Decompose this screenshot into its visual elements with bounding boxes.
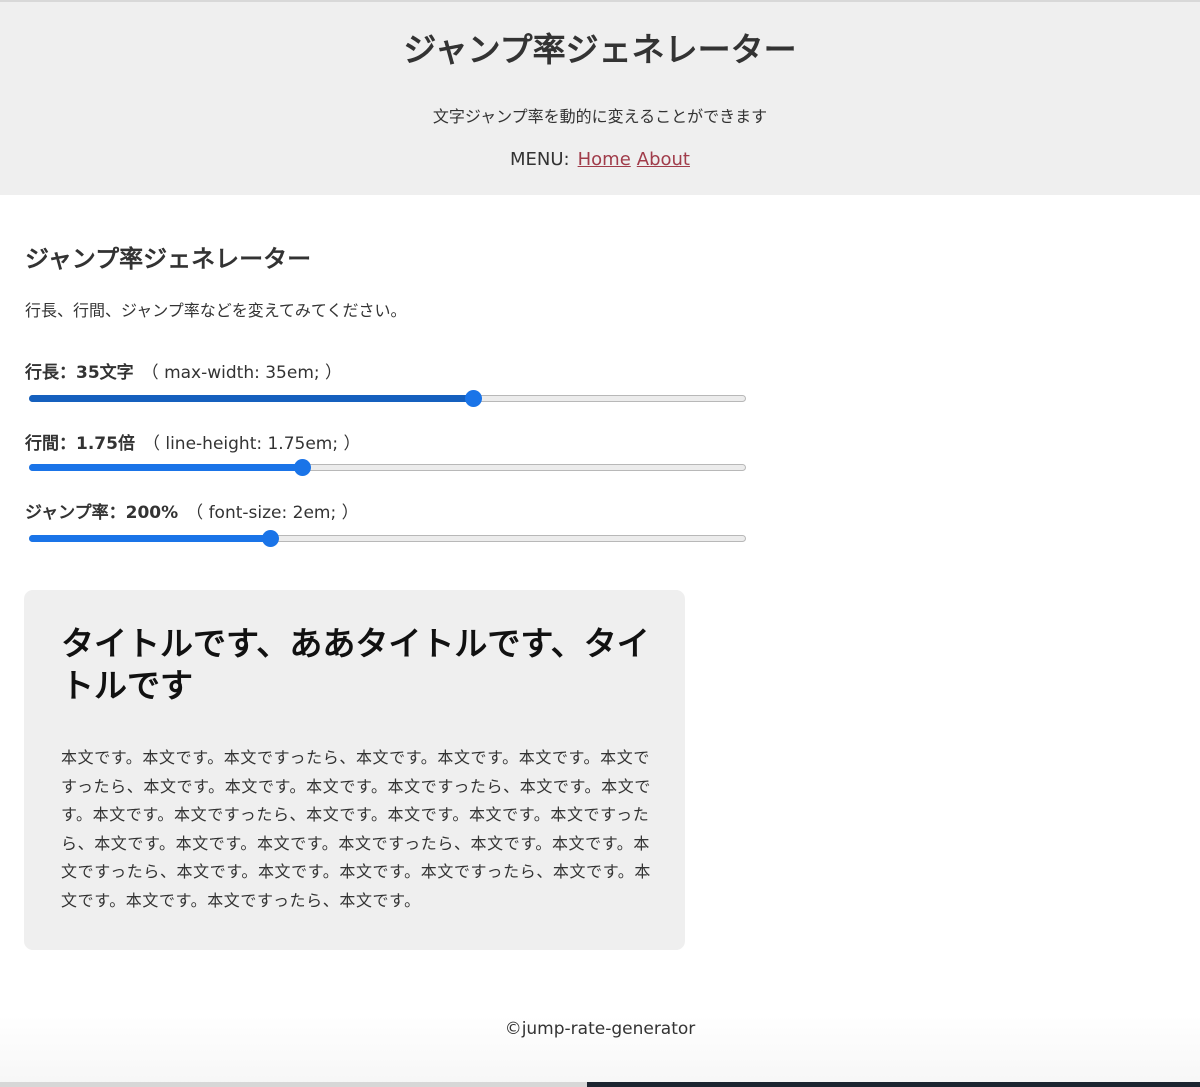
menu-link-home[interactable]: Home [578,149,631,170]
line-length-slider[interactable] [29,390,746,407]
jump-rate-label: ジャンプ率：200% （ font-size: 2em; ） [25,502,359,524]
site-title: ジャンプ率ジェネレーター [403,30,797,69]
line-length-css: （ max-width: 35em; ） [141,363,343,383]
menu-link-about[interactable]: About [637,149,690,170]
bottom-strip-dark [587,1082,1200,1087]
intro-text: 行長、行間、ジャンプ率などを変えてみてください。 [25,301,407,320]
line-length-slider-fill [29,395,472,402]
site-header: ジャンプ率ジェネレーター 文字ジャンプ率を動的に変えることができます MENU:… [0,2,1200,195]
preview-title: タイトルです、ああタイトルです、タイトルです [61,624,650,705]
preview-box: タイトルです、ああタイトルです、タイトルです 本文です。本文です。本文ですったら… [24,590,685,950]
line-height-slider-thumb[interactable] [294,459,311,476]
line-length-label: 行長：35文字 （ max-width: 35em; ） [25,362,342,384]
line-height-value: 行間：1.75倍 [25,434,135,454]
jump-rate-slider[interactable] [29,530,746,547]
preview-body: 本文です。本文です。本文ですったら、本文です。本文です。本文です。本文ですったら… [61,748,651,910]
line-length-value: 行長：35文字 [25,363,134,383]
site-footer: ©jump-rate-generator [0,1016,1200,1087]
line-height-label: 行間：1.75倍 （ line-height: 1.75em; ） [25,433,361,455]
jump-rate-value: ジャンプ率：200% [25,503,179,523]
jump-rate-slider-fill [29,535,269,542]
copyright-text: ©jump-rate-generator [504,1019,696,1039]
line-length-slider-thumb[interactable] [465,390,482,407]
jump-rate-css: （ font-size: 2em; ） [186,503,359,523]
page-heading: ジャンプ率ジェネレーター [25,245,312,273]
line-height-slider-fill [29,464,301,471]
menu-label: MENU: [510,149,570,170]
main-menu: MENU: Home About [0,148,1200,172]
bottom-window-strip [0,1082,1200,1087]
bottom-strip-light [0,1082,587,1087]
site-description: 文字ジャンプ率を動的に変えることができます [432,107,768,126]
jump-rate-slider-thumb[interactable] [262,530,279,547]
line-height-slider[interactable] [29,459,746,476]
line-height-css: （ line-height: 1.75em; ） [142,434,361,454]
